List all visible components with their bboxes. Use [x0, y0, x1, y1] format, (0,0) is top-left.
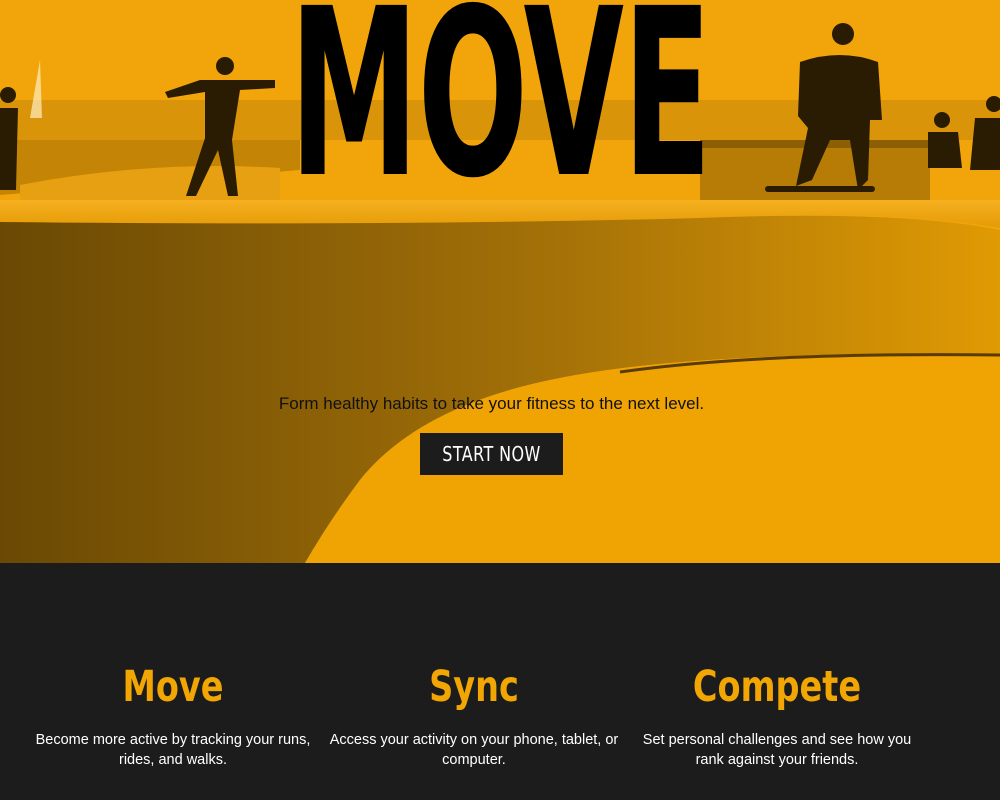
feature-description: Set personal challenges and see how you …: [642, 732, 912, 768]
start-now-label: START NOW: [442, 442, 541, 466]
feature-move: Move Become more active by tracking your…: [28, 660, 318, 770]
feature-title: Sync: [429, 662, 519, 712]
feature-sync: Sync Access your activity on your phone,…: [329, 660, 619, 770]
feature-description: Become more active by tracking your runs…: [35, 732, 311, 768]
hero-section: MOVE Form healthy habits to take your fi…: [0, 0, 1000, 563]
start-now-button[interactable]: START NOW: [420, 433, 563, 475]
feature-compete: Compete Set personal challenges and see …: [632, 660, 922, 770]
features-section: Move Become more active by tracking your…: [0, 563, 1000, 800]
feature-title: Compete: [692, 662, 862, 712]
hero-tagline: Form healthy habits to take your fitness…: [278, 394, 705, 413]
hero-title: MOVE: [289, 0, 711, 229]
feature-description: Access your activity on your phone, tabl…: [329, 732, 619, 768]
feature-title: Move: [122, 662, 224, 712]
